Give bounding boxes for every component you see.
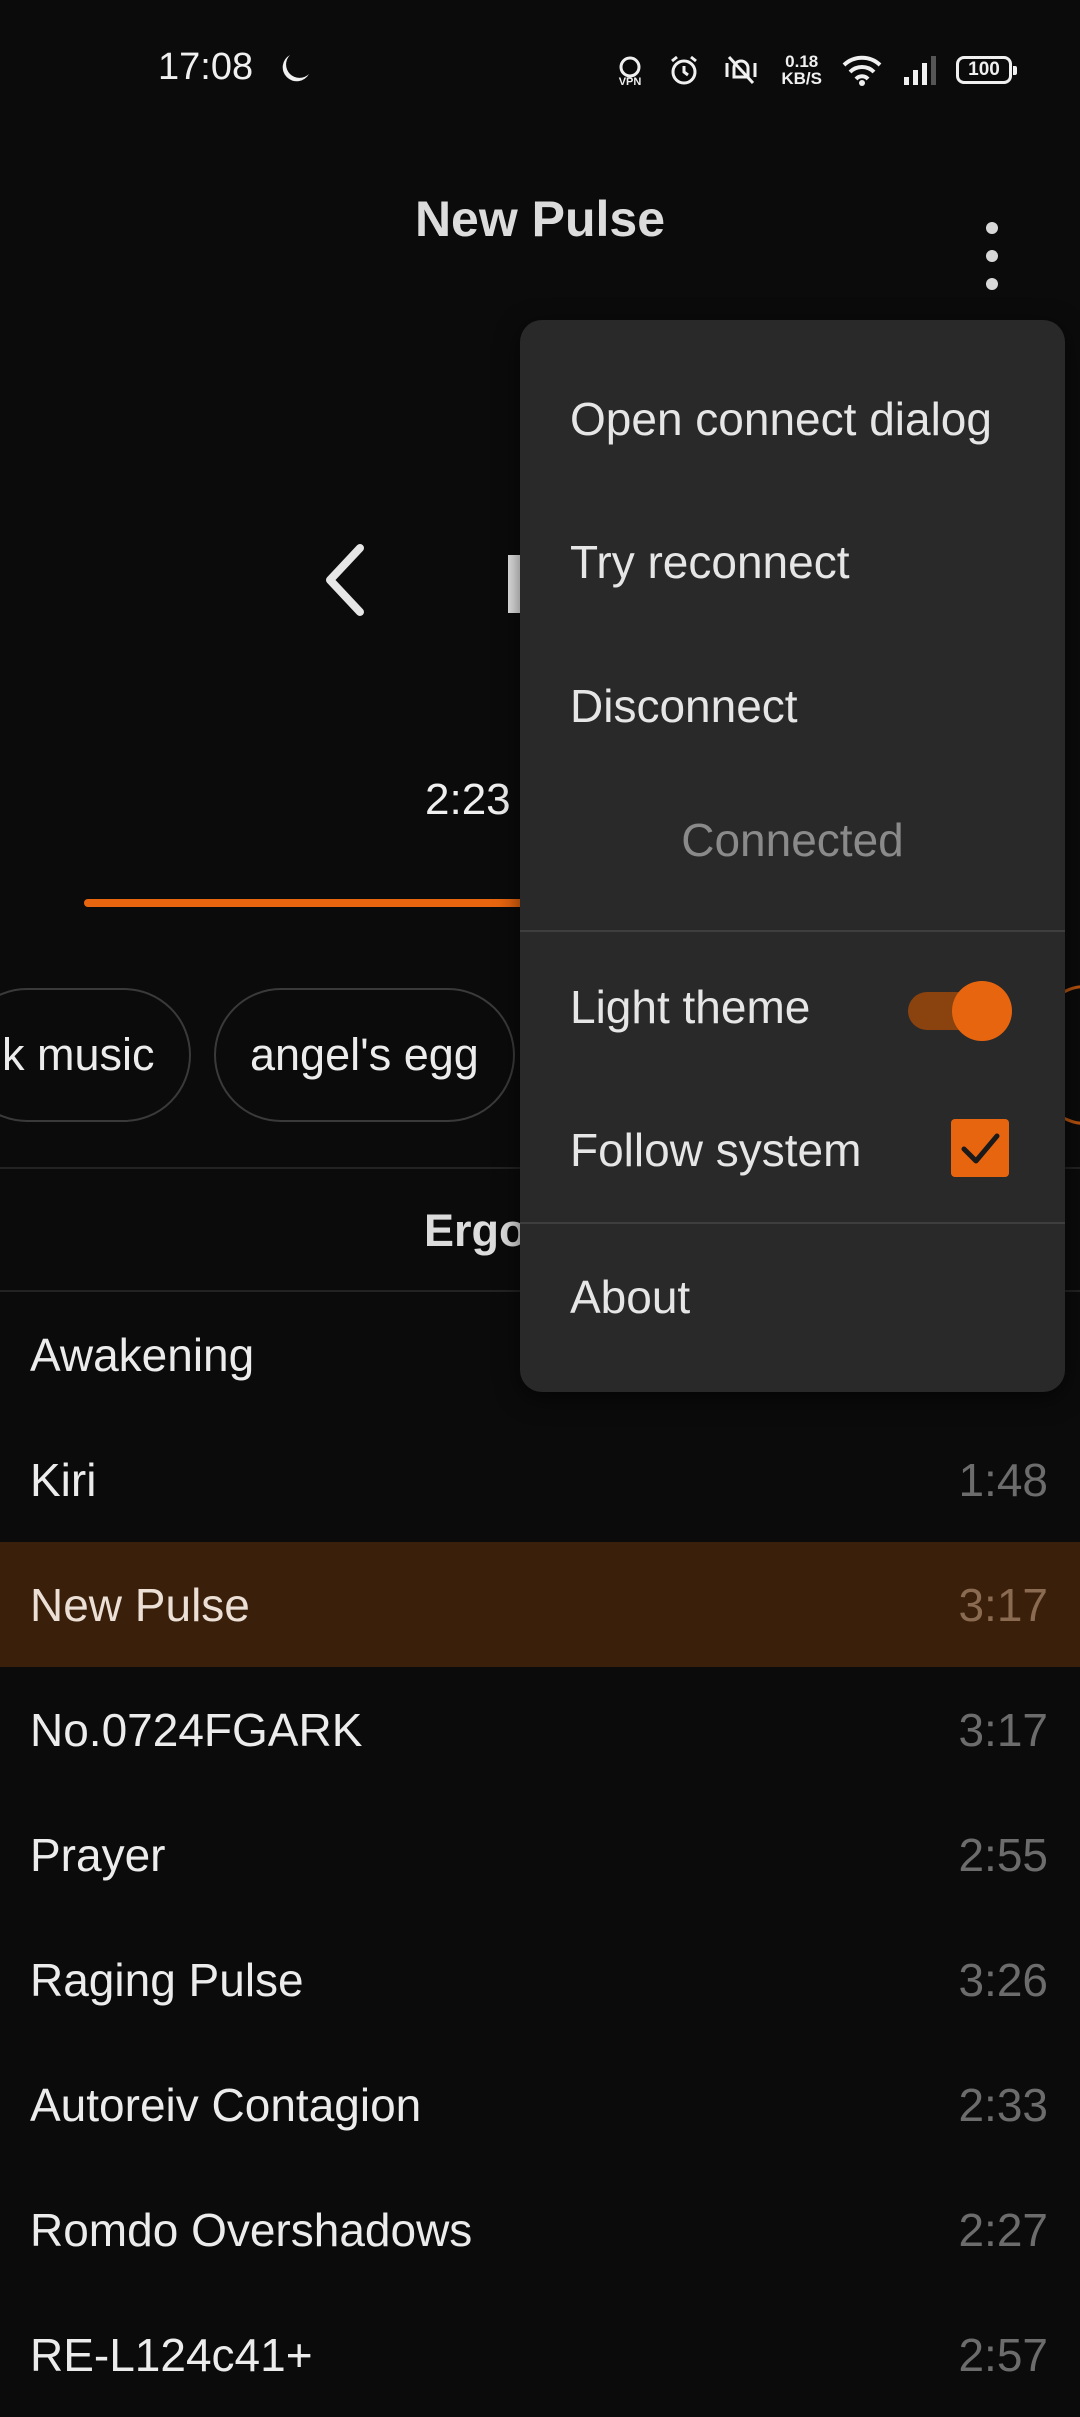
menu-item-open-connect-dialog[interactable]: Open connect dialog [570, 392, 992, 446]
track-row[interactable]: Romdo Overshadows 2:27 [0, 2167, 1080, 2292]
menu-item-light-theme: Light theme [570, 981, 811, 1033]
track-name: New Pulse [30, 1579, 250, 1631]
menu-item-disconnect[interactable]: Disconnect [570, 679, 798, 733]
previous-button[interactable] [315, 540, 375, 620]
battery-icon: 100 [956, 56, 1017, 84]
track-name: Autoreiv Contagion [30, 2079, 422, 2131]
net-speed: 0.18 KB/S [781, 53, 822, 87]
track-duration: 2:57 [958, 2329, 1048, 2381]
menu-divider [520, 1222, 1065, 1224]
page-title: New Pulse [414, 191, 666, 247]
tag-chip[interactable]: k music [0, 988, 191, 1122]
menu-divider [520, 930, 1065, 932]
menu-item-about[interactable]: About [570, 1270, 690, 1324]
track-row[interactable]: Raging Pulse 3:26 [0, 1917, 1080, 2042]
track-row[interactable]: Prayer 2:55 [0, 1792, 1080, 1917]
track-row[interactable]: Autoreiv Contagion 2:33 [0, 2042, 1080, 2167]
status-icons: VPN 0.18 KB/S 100 [613, 50, 1017, 90]
track-duration: 1:48 [958, 1454, 1048, 1506]
track-list: Awakening Kiri 1:48 New Pulse 3:17 No.0724FGA… [0, 1292, 1080, 2417]
track-name: Prayer [30, 1829, 166, 1881]
track-duration: 2:33 [958, 2079, 1048, 2131]
track-name: Awakening [30, 1329, 255, 1381]
menu-item-follow-system: Follow system [570, 1124, 862, 1176]
connection-status: Connected [681, 814, 904, 866]
track-duration: 3:26 [958, 1954, 1048, 2006]
follow-system-checkbox[interactable] [951, 1119, 1009, 1177]
tag-chip[interactable]: angel's egg [214, 988, 515, 1122]
track-name: Raging Pulse [30, 1954, 304, 2006]
net-speed-unit: KB/S [781, 69, 822, 88]
track-row[interactable]: No.0724FGARK 3:17 [0, 1667, 1080, 1792]
vpn-label: VPN [619, 76, 642, 87]
more-options-button[interactable] [970, 222, 1014, 290]
overflow-menu: Open connect dialog Try reconnect Discon… [520, 320, 1065, 1392]
more-vert-icon [986, 222, 998, 234]
track-name: Kiri [30, 1454, 97, 1506]
vpn-icon: VPN [619, 56, 642, 87]
signal-icon [904, 56, 936, 85]
track-row[interactable]: RE-L124c41+ 2:57 [0, 2292, 1080, 2417]
status-time: 17:08 [158, 46, 254, 88]
moon-icon [282, 55, 309, 82]
net-speed-value: 0.18 [785, 52, 819, 71]
track-duration: 2:27 [958, 2204, 1048, 2256]
menu-item-try-reconnect[interactable]: Try reconnect [570, 535, 850, 589]
current-time: 2:23 [425, 775, 511, 824]
track-row[interactable]: Kiri 1:48 [0, 1417, 1080, 1542]
track-name: No.0724FGARK [30, 1704, 363, 1756]
track-row[interactable]: New Pulse 3:17 [0, 1542, 1080, 1667]
track-duration: 3:17 [958, 1579, 1048, 1631]
alarm-icon [671, 55, 698, 85]
status-bar: 17:08 VPN 0.18 KB/S 100 [0, 0, 1080, 140]
track-name: Romdo Overshadows [30, 2204, 473, 2256]
light-theme-toggle[interactable] [908, 976, 1012, 1041]
track-name: RE-L124c41+ [30, 2329, 313, 2381]
track-duration: 3:17 [958, 1704, 1048, 1756]
track-duration: 2:55 [958, 1829, 1048, 1881]
wifi-icon [842, 55, 882, 86]
album-title: Ergo [424, 1205, 527, 1256]
vibrate-icon [725, 55, 757, 85]
